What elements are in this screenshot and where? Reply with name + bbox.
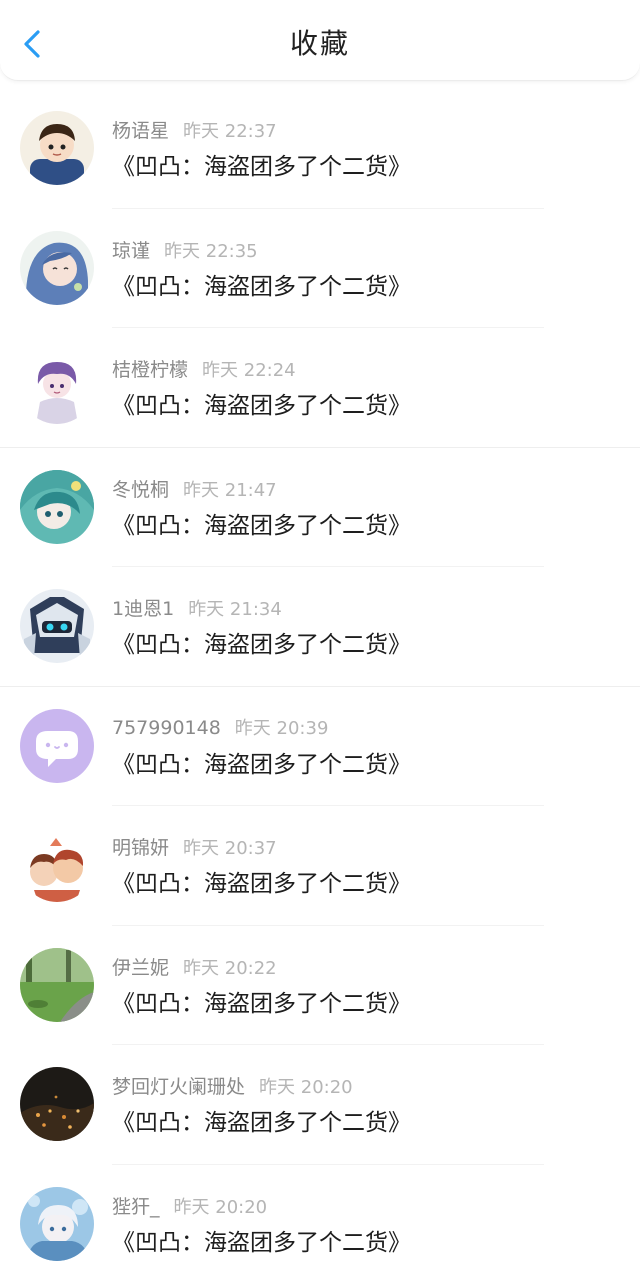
anime-white-hair-avatar-icon (20, 1187, 94, 1261)
avatar[interactable] (20, 948, 94, 1022)
item-meta: 桔橙柠檬昨天 22:24 (112, 355, 296, 382)
timestamp: 昨天 20:37 (183, 838, 277, 859)
item-title: 《凹凸：海盗团多了个二货》 (112, 745, 411, 779)
anime-boy-avatar-icon (20, 111, 94, 185)
item-meta: 伊兰妮昨天 20:22 (112, 953, 277, 980)
avatar[interactable] (20, 589, 94, 663)
item-meta: 明锦妍昨天 20:37 (112, 833, 277, 860)
item-meta: 梦回灯火阑珊处昨天 20:20 (112, 1072, 353, 1099)
timestamp: 昨天 20:20 (259, 1077, 353, 1098)
username[interactable]: 伊兰妮 (112, 957, 169, 979)
item-title: 《凹凸：海盗团多了个二货》 (112, 386, 411, 420)
item-meta: 757990148 昨天 20:39 (112, 714, 328, 740)
username[interactable]: 琼谨 (112, 240, 150, 262)
item-meta: 杨语星昨天 22:37 (112, 116, 277, 143)
timestamp: 昨天 20:22 (183, 958, 277, 979)
item-meta: 冬悦桐昨天 21:47 (112, 475, 277, 502)
timestamp: 昨天 21:47 (183, 480, 277, 501)
username[interactable]: 明锦妍 (112, 837, 169, 859)
list-item[interactable]: 757990148 昨天 20:39 《凹凸：海盗团多了个二货》 (0, 687, 640, 807)
anime-purple-hair-avatar-icon (20, 350, 94, 424)
list-item[interactable]: 冬悦桐昨天 21:47 《凹凸：海盗团多了个二货》 (0, 448, 640, 568)
list-item[interactable]: 琼谨昨天 22:35 《凹凸：海盗团多了个二货》 (0, 209, 640, 329)
item-title: 《凹凸：海盗团多了个二货》 (112, 984, 411, 1018)
avatar[interactable] (20, 111, 94, 185)
anime-girl-avatar-icon (20, 231, 94, 305)
list-item[interactable]: 狴犴_ 昨天 20:20 《凹凸：海盗团多了个二货》 (0, 1165, 640, 1284)
list-item[interactable]: 1迪恩1 昨天 21:34 《凹凸：海盗团多了个二货》 (0, 567, 640, 687)
username[interactable]: 1迪恩1 (112, 598, 174, 620)
list-item[interactable]: 梦回灯火阑珊处昨天 20:20 《凹凸：海盗团多了个二货》 (0, 1045, 640, 1165)
timestamp: 昨天 20:39 (235, 718, 329, 739)
avatar[interactable] (20, 1187, 94, 1261)
username[interactable]: 梦回灯火阑珊处 (112, 1076, 245, 1098)
item-meta: 狴犴_ 昨天 20:20 (112, 1192, 267, 1219)
robot-avatar-icon (20, 589, 94, 663)
avatar[interactable] (20, 470, 94, 544)
anime-teal-hair-avatar-icon (20, 470, 94, 544)
username[interactable]: 狴犴_ (112, 1196, 160, 1218)
item-title: 《凹凸：海盗团多了个二货》 (112, 506, 411, 540)
list-item[interactable]: 伊兰妮昨天 20:22 《凹凸：海盗团多了个二货》 (0, 926, 640, 1046)
item-title: 《凹凸：海盗团多了个二货》 (112, 625, 411, 659)
timestamp: 昨天 22:37 (183, 121, 277, 142)
item-title: 《凹凸：海盗团多了个二货》 (112, 864, 411, 898)
top-bar: 收藏 (0, 0, 640, 81)
item-title: 《凹凸：海盗团多了个二货》 (112, 267, 411, 301)
park-landscape-icon (20, 948, 94, 1022)
username[interactable]: 桔橙柠檬 (112, 359, 188, 381)
username[interactable]: 杨语星 (112, 120, 169, 142)
item-title: 《凹凸：海盗团多了个二货》 (112, 1103, 411, 1137)
timestamp: 昨天 22:24 (202, 360, 296, 381)
timestamp: 昨天 20:20 (174, 1197, 268, 1218)
avatar[interactable] (20, 709, 94, 783)
chat-bubble-icon (20, 709, 94, 783)
avatar[interactable] (20, 350, 94, 424)
night-city-icon (20, 1067, 94, 1141)
item-title: 《凹凸：海盗团多了个二货》 (112, 147, 411, 181)
username[interactable]: 冬悦桐 (112, 479, 169, 501)
page-title: 收藏 (0, 22, 640, 62)
chibi-group-avatar-icon (20, 828, 94, 902)
list-item[interactable]: 明锦妍昨天 20:37 《凹凸：海盗团多了个二货》 (0, 806, 640, 926)
avatar[interactable] (20, 231, 94, 305)
item-meta: 琼谨昨天 22:35 (112, 236, 258, 263)
list-item[interactable]: 杨语星昨天 22:37 《凹凸：海盗团多了个二货》 (0, 89, 640, 209)
timestamp: 昨天 22:35 (164, 241, 258, 262)
timestamp: 昨天 21:34 (188, 599, 282, 620)
item-meta: 1迪恩1 昨天 21:34 (112, 594, 282, 621)
username[interactable]: 757990148 (112, 717, 221, 739)
favorites-list: 杨语星昨天 22:37 《凹凸：海盗团多了个二货》 琼谨昨天 22:35 《凹凸… (0, 89, 640, 1284)
list-item[interactable]: 桔橙柠檬昨天 22:24 《凹凸：海盗团多了个二货》 (0, 328, 640, 448)
item-title: 《凹凸：海盗团多了个二货》 (112, 1223, 411, 1257)
avatar[interactable] (20, 1067, 94, 1141)
avatar[interactable] (20, 828, 94, 902)
